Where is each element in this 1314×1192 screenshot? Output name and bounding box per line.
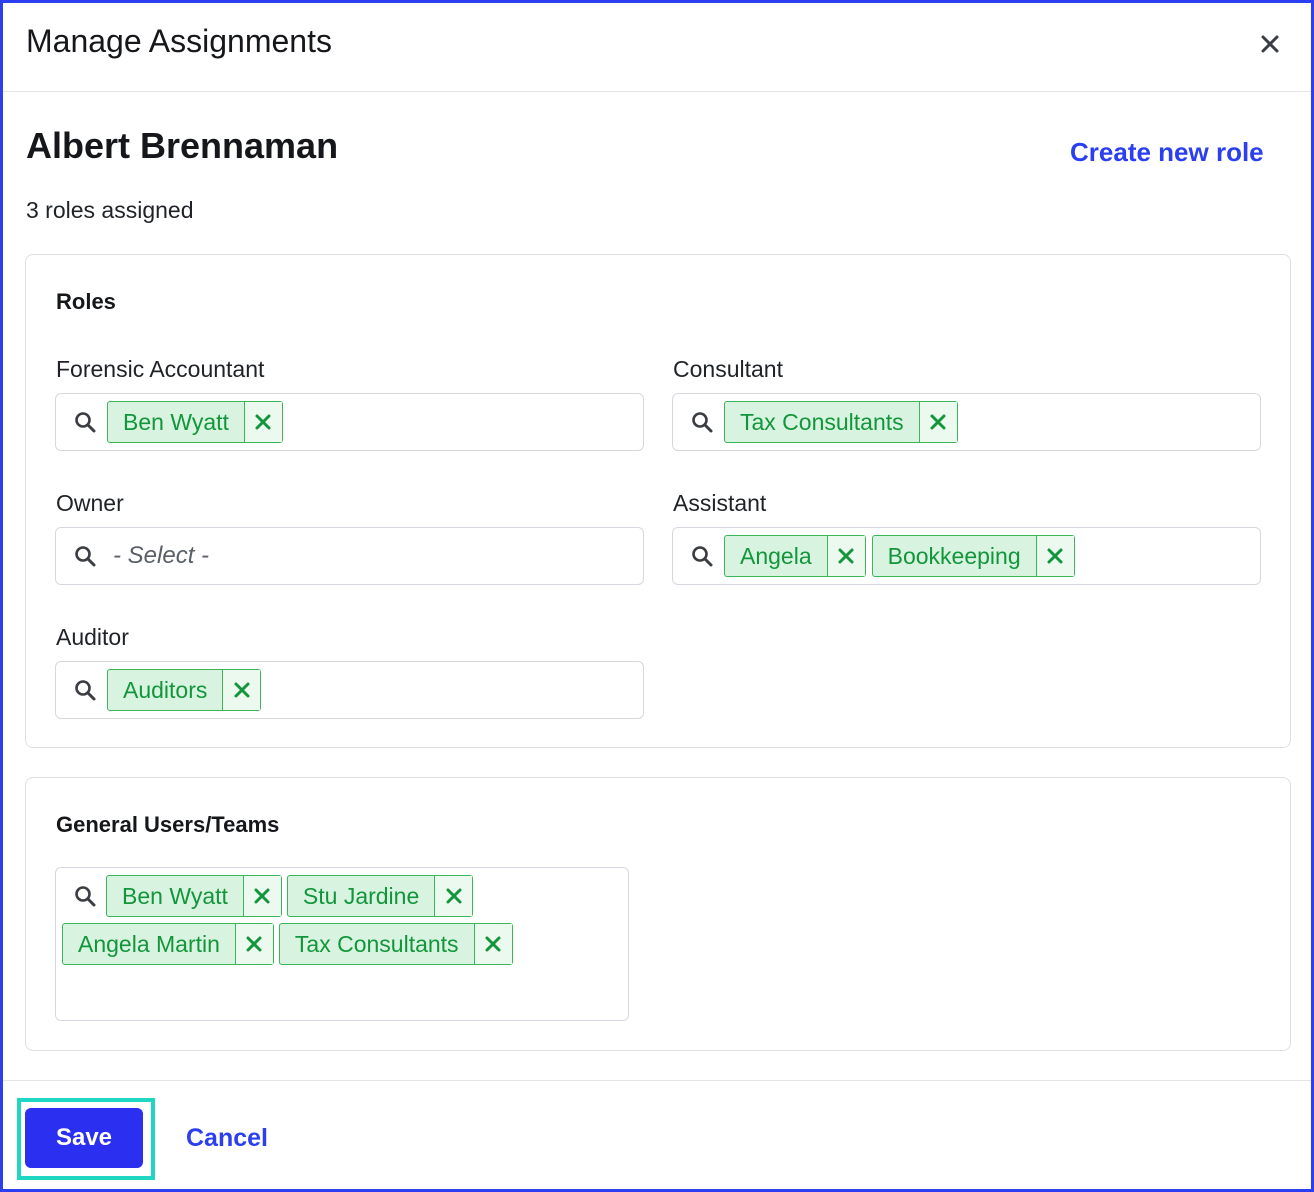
assigned-tag: Bookkeeping [871, 535, 1075, 577]
tag-label: Ben Wyatt [122, 882, 228, 909]
modal-header: Manage Assignments [3, 3, 1311, 92]
tag-remove-button[interactable] [826, 536, 865, 576]
field-label-assistant: Assistant [673, 490, 767, 516]
assigned-tag: Tax Consultants [278, 923, 513, 965]
modal-title: Manage Assignments [26, 23, 332, 59]
assistant-field[interactable]: Angela Bookkeeping [672, 527, 1261, 585]
tag-remove-button[interactable] [242, 876, 281, 916]
tag-label: Bookkeeping [887, 542, 1021, 569]
tag-remove-button[interactable] [918, 402, 957, 442]
close-icon [838, 548, 854, 564]
forensic-accountant-field[interactable]: Ben Wyatt [55, 393, 644, 451]
assigned-tag: Tax Consultants [724, 401, 958, 443]
tag-remove-button[interactable] [1035, 536, 1074, 576]
create-new-role-link[interactable]: Create new role [1070, 137, 1264, 168]
tag-label: Angela [740, 542, 812, 569]
assigned-tag: Auditors [107, 669, 262, 711]
search-icon [692, 546, 713, 567]
field-label-forensic-accountant: Forensic Accountant [56, 356, 265, 382]
tag-remove-button[interactable] [434, 876, 473, 916]
general-users-card-title: General Users/Teams [56, 812, 280, 837]
tag-label: Ben Wyatt [123, 408, 229, 435]
owner-placeholder: - Select - [113, 542, 210, 569]
auditor-field[interactable]: Auditors [55, 661, 644, 719]
tag-label: Angela Martin [78, 930, 220, 957]
owner-field[interactable]: - Select - [55, 527, 644, 585]
close-icon [930, 414, 946, 430]
tag-remove-button[interactable] [243, 402, 282, 442]
search-icon [75, 412, 96, 433]
tag-remove-button[interactable] [222, 670, 261, 710]
assigned-tag: Angela Martin [62, 923, 274, 965]
close-icon [254, 888, 270, 904]
manage-assignments-modal: Manage Assignments Albert Brennaman Crea… [0, 0, 1314, 1192]
field-label-consultant: Consultant [673, 356, 783, 382]
roles-card-title: Roles [56, 289, 116, 314]
assigned-tag: Stu Jardine [286, 875, 474, 917]
roles-count: 3 roles assigned [26, 197, 194, 223]
close-icon [1261, 35, 1279, 53]
search-icon [692, 412, 713, 433]
close-icon [485, 936, 501, 952]
tag-remove-button[interactable] [473, 924, 512, 964]
tag-remove-button[interactable] [234, 924, 273, 964]
assigned-tag: Angela [724, 535, 866, 577]
close-icon [234, 682, 250, 698]
close-icon [255, 414, 271, 430]
search-icon [75, 886, 96, 907]
field-label-owner: Owner [56, 490, 124, 516]
roles-card: Roles Forensic Accountant Ben Wyatt Cons… [25, 254, 1291, 748]
footer-divider [3, 1080, 1311, 1081]
tag-label: Tax Consultants [294, 930, 459, 957]
tag-label: Stu Jardine [302, 882, 420, 909]
person-name: Albert Brennaman [26, 125, 339, 166]
general-users-field[interactable]: Ben Wyatt Stu Jardine Angela Martin Tax … [55, 867, 629, 1021]
tag-label: Auditors [123, 676, 208, 703]
cancel-button[interactable]: Cancel [186, 1124, 268, 1153]
save-button[interactable]: Save [25, 1108, 143, 1168]
tag-label: Tax Consultants [740, 408, 904, 435]
consultant-field[interactable]: Tax Consultants [672, 393, 1261, 451]
close-icon [446, 888, 462, 904]
assigned-tag: Ben Wyatt [107, 401, 283, 443]
assigned-tag: Ben Wyatt [106, 875, 282, 917]
close-button[interactable] [1255, 27, 1285, 61]
search-icon [75, 546, 96, 567]
close-icon [246, 936, 262, 952]
close-icon [1047, 548, 1063, 564]
field-label-auditor: Auditor [56, 624, 129, 650]
search-icon [75, 680, 96, 701]
